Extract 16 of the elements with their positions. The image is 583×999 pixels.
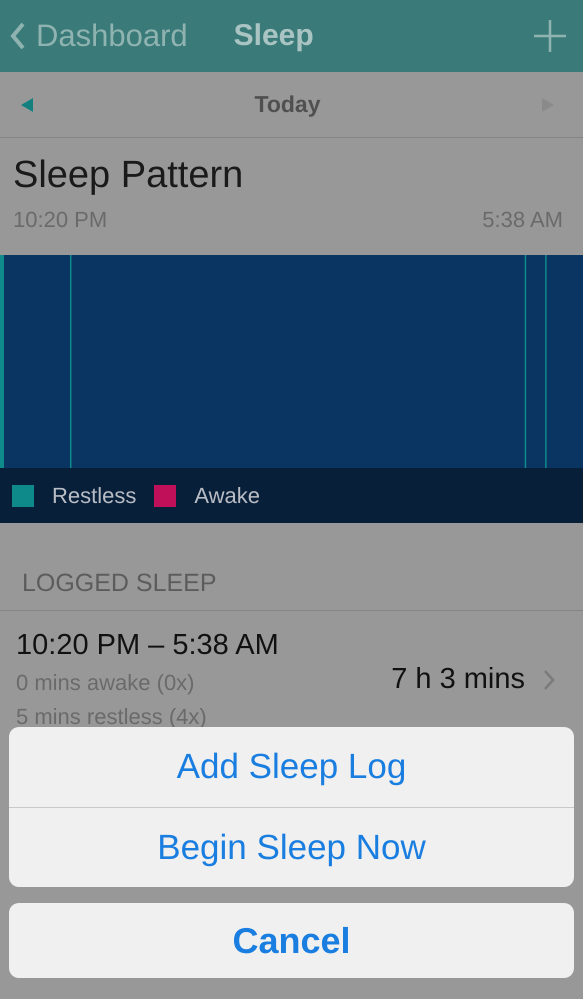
cancel-button[interactable]: Cancel bbox=[9, 903, 574, 978]
screen-title: Sleep bbox=[234, 19, 314, 53]
legend-label: Restless bbox=[52, 482, 136, 508]
previous-day-icon[interactable] bbox=[20, 96, 34, 112]
time-range: 10:20 PM – 5:38 AM bbox=[16, 629, 280, 662]
chevron-left-icon bbox=[10, 21, 26, 51]
date-label: Today bbox=[254, 91, 321, 118]
section-heading: LOGGED SLEEP bbox=[0, 569, 583, 611]
section-title: Sleep Pattern bbox=[13, 154, 244, 197]
action-button[interactable]: Add Sleep Log bbox=[9, 727, 574, 807]
chevron-right-icon bbox=[543, 668, 555, 690]
add-icon[interactable] bbox=[533, 19, 567, 53]
duration: 7 h 3 mins bbox=[391, 663, 525, 696]
action-button[interactable]: Begin Sleep Now bbox=[9, 807, 574, 887]
back-button[interactable]: Dashboard bbox=[10, 18, 188, 54]
legend-label: Awake bbox=[194, 482, 260, 508]
